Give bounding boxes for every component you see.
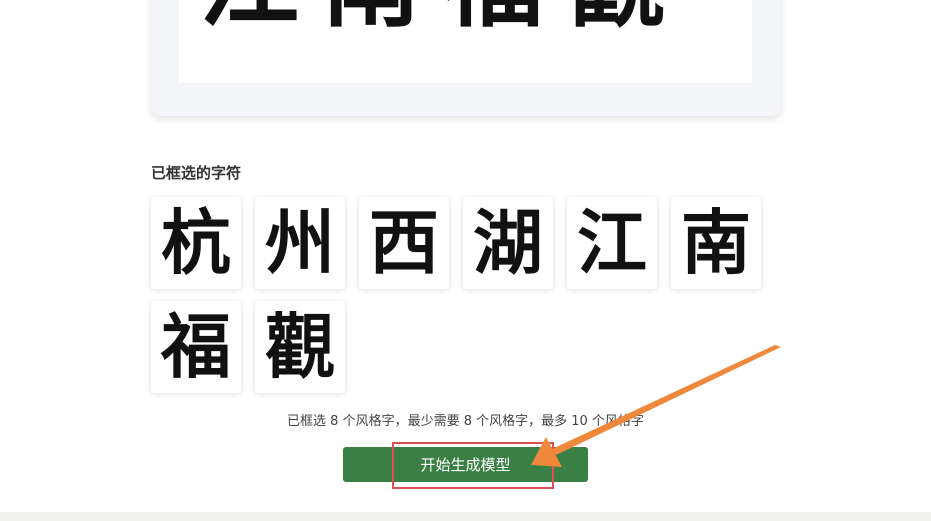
character-tile[interactable]: 觀 bbox=[255, 301, 345, 393]
character-glyph: 江 bbox=[577, 201, 647, 284]
footer-bar bbox=[0, 512, 931, 521]
selected-characters-title: 已框选的字符 bbox=[151, 164, 242, 182]
preview-canvas: 江南福觀 bbox=[179, 0, 752, 83]
character-glyph: 湖 bbox=[473, 201, 543, 284]
preview-characters: 江南福觀 bbox=[199, 0, 752, 32]
character-glyph: 南 bbox=[681, 201, 751, 284]
character-grid: 杭 州 西 湖 江 南 福 觀 bbox=[151, 197, 771, 393]
selection-status-text: 已框选 8 个风格字，最少需要 8 个风格字，最多 10 个风格字 bbox=[287, 414, 644, 429]
start-generate-model-button[interactable]: 开始生成模型 bbox=[343, 447, 588, 482]
character-tile[interactable]: 江 bbox=[567, 197, 657, 289]
character-tile[interactable]: 西 bbox=[359, 197, 449, 289]
character-glyph: 西 bbox=[369, 201, 439, 284]
character-tile[interactable]: 杭 bbox=[151, 197, 241, 289]
character-tile[interactable]: 福 bbox=[151, 301, 241, 393]
character-glyph: 州 bbox=[265, 201, 335, 284]
character-tile[interactable]: 湖 bbox=[463, 197, 553, 289]
character-glyph: 福 bbox=[161, 305, 231, 388]
character-tile[interactable]: 南 bbox=[671, 197, 761, 289]
character-glyph: 觀 bbox=[265, 305, 335, 388]
preview-card: 江南福觀 bbox=[151, 0, 781, 116]
character-glyph: 杭 bbox=[161, 201, 231, 284]
character-tile[interactable]: 州 bbox=[255, 197, 345, 289]
